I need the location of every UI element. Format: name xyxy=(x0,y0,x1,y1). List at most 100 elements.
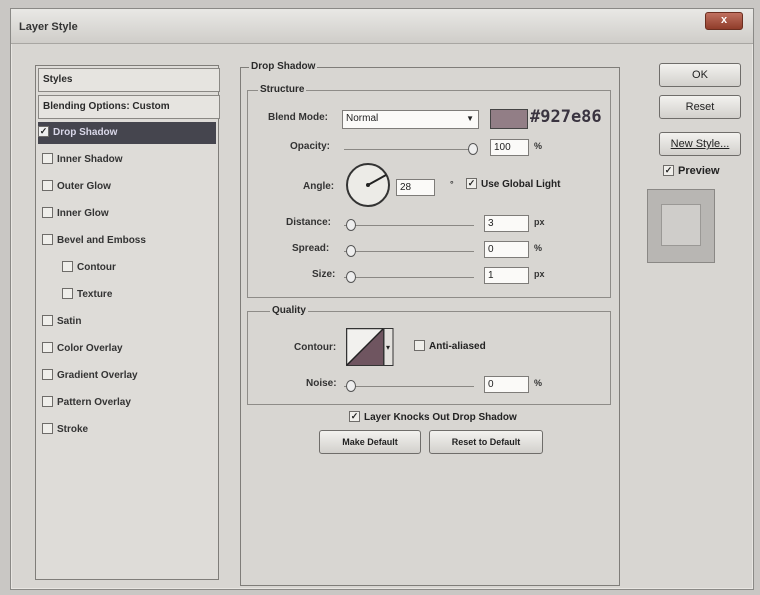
size-unit: px xyxy=(534,269,545,279)
size-label: Size: xyxy=(312,269,336,280)
structure-group: Structure Blend Mode: Normal ▼ #927e86 O… xyxy=(247,84,611,298)
quality-title: Quality xyxy=(270,305,308,316)
preview-label: Preview xyxy=(678,165,720,177)
list-item-bevel-emboss[interactable]: Bevel and Emboss xyxy=(38,230,220,252)
opacity-unit: % xyxy=(534,141,543,151)
quality-group: Quality Contour: ▾ Anti-aliased Noise: 0… xyxy=(247,305,611,405)
angle-dial[interactable] xyxy=(344,161,392,209)
blend-mode-label: Blend Mode: xyxy=(268,112,328,123)
list-item-inner-glow[interactable]: Inner Glow xyxy=(38,203,220,225)
distance-slider[interactable] xyxy=(344,225,474,226)
drop-shadow-panel: Drop Shadow Structure Blend Mode: Normal… xyxy=(240,61,620,586)
structure-title: Structure xyxy=(258,84,307,95)
distance-input[interactable]: 3 xyxy=(484,215,529,232)
list-item-pattern-overlay[interactable]: Pattern Overlay xyxy=(38,392,220,414)
noise-slider[interactable] xyxy=(344,386,474,387)
list-item-label: Satin xyxy=(57,316,82,327)
list-item-label: Gradient Overlay xyxy=(57,370,138,381)
noise-label: Noise: xyxy=(306,378,337,389)
bevel-emboss-checkbox[interactable] xyxy=(42,233,53,245)
noise-unit: % xyxy=(534,378,543,388)
reset-to-default-button[interactable]: Reset to Default xyxy=(429,430,543,454)
outer-glow-checkbox[interactable] xyxy=(42,179,53,191)
noise-slider-thumb[interactable] xyxy=(346,380,356,392)
blend-mode-value: Normal xyxy=(346,113,379,124)
spread-unit: % xyxy=(534,243,543,253)
list-item-label: Contour xyxy=(77,262,116,273)
opacity-slider-thumb[interactable] xyxy=(468,143,478,155)
list-item-label: Drop Shadow xyxy=(53,127,118,138)
contour-checkbox[interactable] xyxy=(62,260,73,272)
list-item-label: Inner Glow xyxy=(57,208,109,219)
list-item-contour[interactable]: Contour xyxy=(38,257,240,279)
distance-slider-thumb[interactable] xyxy=(346,219,356,231)
angle-unit: ° xyxy=(450,179,454,189)
use-global-light-checkbox[interactable]: ✓ xyxy=(466,178,477,189)
noise-input[interactable]: 0 xyxy=(484,376,529,393)
list-item-color-overlay[interactable]: Color Overlay xyxy=(38,338,220,360)
spread-slider-thumb[interactable] xyxy=(346,245,356,257)
size-slider[interactable] xyxy=(344,277,474,278)
list-item-gradient-overlay[interactable]: Gradient Overlay xyxy=(38,365,220,387)
preview-swatch xyxy=(647,189,715,263)
stroke-checkbox[interactable] xyxy=(42,422,53,434)
list-item-satin[interactable]: Satin xyxy=(38,311,220,333)
shadow-color-swatch[interactable] xyxy=(490,109,528,129)
drop-shadow-title: Drop Shadow xyxy=(249,61,318,72)
anti-aliased-option[interactable]: Anti-aliased xyxy=(414,340,486,353)
knockout-checkbox[interactable]: ✓ xyxy=(349,411,360,422)
color-overlay-checkbox[interactable] xyxy=(42,341,53,353)
anti-aliased-checkbox[interactable] xyxy=(414,340,425,351)
angle-label: Angle: xyxy=(303,181,335,192)
list-item-drop-shadow[interactable]: ✓ Drop Shadow xyxy=(38,122,216,144)
list-item-stroke[interactable]: Stroke xyxy=(38,419,220,441)
distance-label: Distance: xyxy=(286,217,332,228)
spread-slider[interactable] xyxy=(344,251,474,252)
list-item-inner-shadow[interactable]: Inner Shadow xyxy=(38,149,220,171)
preview-option[interactable]: ✓ Preview xyxy=(663,164,720,177)
styles-header[interactable]: Styles xyxy=(38,68,220,92)
list-item-label: Stroke xyxy=(57,424,89,435)
title-bar: Layer Style x xyxy=(11,9,753,44)
list-item-label: Outer Glow xyxy=(57,181,111,192)
distance-unit: px xyxy=(534,217,545,227)
list-item-label: Texture xyxy=(77,289,113,300)
window-title: Layer Style xyxy=(19,21,78,33)
make-default-button[interactable]: Make Default xyxy=(319,430,421,454)
list-item-label: Inner Shadow xyxy=(57,154,123,165)
chevron-down-icon: ▼ xyxy=(466,114,474,123)
anti-aliased-label: Anti-aliased xyxy=(429,341,486,353)
contour-label: Contour: xyxy=(294,342,337,353)
gradient-overlay-checkbox[interactable] xyxy=(42,368,53,380)
preview-checkbox[interactable]: ✓ xyxy=(663,164,674,176)
pattern-overlay-checkbox[interactable] xyxy=(42,395,53,407)
layer-style-dialog: Layer Style x Styles Blending Options: C… xyxy=(10,8,754,590)
angle-input[interactable]: 28 xyxy=(396,179,435,196)
size-input[interactable]: 1 xyxy=(484,267,529,284)
spread-input[interactable]: 0 xyxy=(484,241,529,258)
texture-checkbox[interactable] xyxy=(62,287,73,299)
blend-mode-select[interactable]: Normal ▼ xyxy=(342,110,479,129)
satin-checkbox[interactable] xyxy=(42,314,53,326)
spread-label: Spread: xyxy=(292,243,330,254)
opacity-slider[interactable] xyxy=(344,149,474,150)
close-button[interactable]: x xyxy=(705,12,743,30)
opacity-input[interactable]: 100 xyxy=(490,139,529,156)
contour-picker[interactable]: ▾ xyxy=(346,328,394,366)
preview-square xyxy=(661,204,701,246)
opacity-label: Opacity: xyxy=(290,141,331,152)
inner-glow-checkbox[interactable] xyxy=(42,206,53,218)
use-global-light-option[interactable]: ✓ Use Global Light xyxy=(466,178,560,190)
new-style-button[interactable]: New Style... xyxy=(659,132,741,156)
blending-options[interactable]: Blending Options: Custom xyxy=(38,95,220,119)
reset-button[interactable]: Reset xyxy=(659,95,741,119)
list-item-outer-glow[interactable]: Outer Glow xyxy=(38,176,220,198)
color-hex-label: #927e86 xyxy=(530,107,602,127)
drop-shadow-checkbox[interactable]: ✓ xyxy=(38,125,49,137)
list-item-texture[interactable]: Texture xyxy=(38,284,240,306)
size-slider-thumb[interactable] xyxy=(346,271,356,283)
knockout-option[interactable]: ✓ Layer Knocks Out Drop Shadow xyxy=(349,411,517,423)
ok-button[interactable]: OK xyxy=(659,63,741,87)
styles-list: Styles Blending Options: Custom ✓ Drop Sh… xyxy=(35,65,220,580)
inner-shadow-checkbox[interactable] xyxy=(42,152,53,164)
